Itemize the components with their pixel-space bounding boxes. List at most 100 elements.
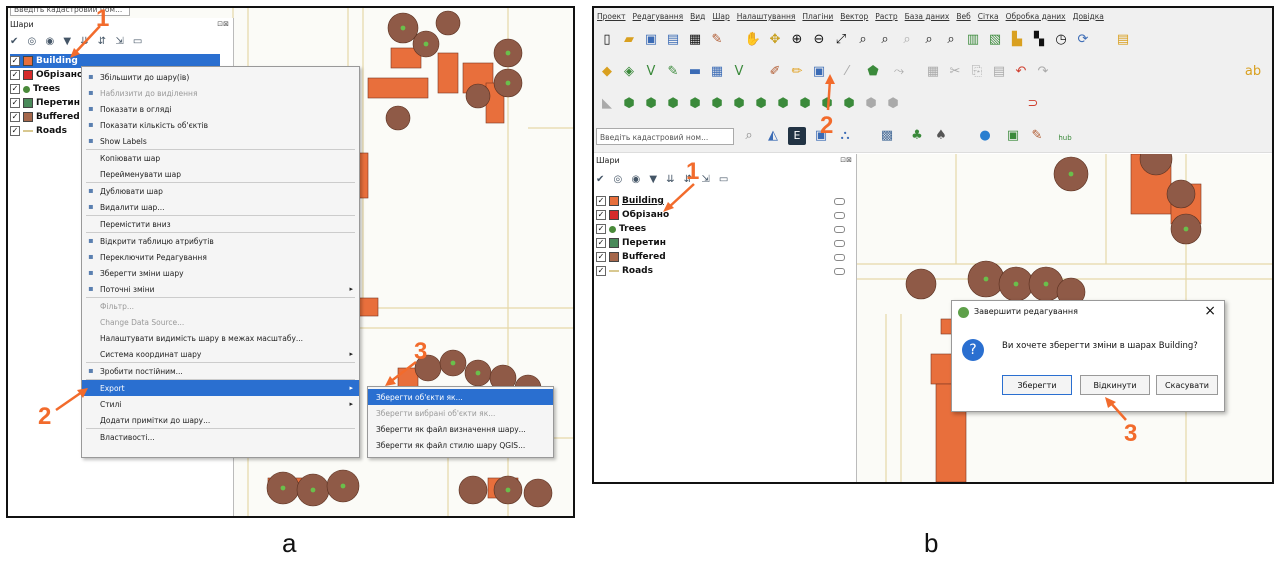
menu-item[interactable]: Change Data Source...: [82, 314, 359, 330]
digitize-icon[interactable]: V: [642, 63, 660, 81]
offset-curve-icon[interactable]: ⬢: [752, 95, 770, 113]
layer-visibility-checkbox[interactable]: ✓: [596, 266, 606, 276]
menu-bar-item[interactable]: Растр: [875, 12, 897, 21]
menu-bar-item[interactable]: Сітка: [978, 12, 999, 21]
layer-visibility-checkbox[interactable]: ✓: [596, 196, 606, 206]
layer-filter-icon[interactable]: [834, 240, 845, 247]
layers-panel-controls[interactable]: ⊡⊠: [840, 156, 852, 164]
layer-row[interactable]: ✓ Roads: [596, 264, 806, 278]
zoom-out-icon[interactable]: ⊖: [810, 31, 828, 49]
plugin-tree-2-icon[interactable]: ♠: [932, 127, 950, 145]
bookmark-icon[interactable]: ▙: [1008, 31, 1026, 49]
menu-bar-item[interactable]: Довідка: [1073, 12, 1104, 21]
cut-features-icon[interactable]: ✂: [946, 63, 964, 81]
layer-visibility-checkbox[interactable]: ✓: [10, 126, 20, 136]
save-as-icon[interactable]: ▤: [664, 31, 682, 49]
menu-item[interactable]: ▪ Переключити Редагування: [82, 249, 359, 265]
magnet-icon[interactable]: ⊃: [1024, 95, 1042, 113]
new-map-view-icon[interactable]: ▥: [964, 31, 982, 49]
style-manager-icon[interactable]: ✎: [708, 31, 726, 49]
menu-bar-item[interactable]: База даних: [905, 12, 950, 21]
paste-features-icon[interactable]: ▤: [990, 63, 1008, 81]
layer-visibility-checkbox[interactable]: ✓: [10, 98, 20, 108]
plugin-e-icon[interactable]: E: [788, 127, 806, 145]
plugin-network-icon[interactable]: ⛬: [836, 127, 854, 145]
menu-bar-item[interactable]: Вид: [690, 12, 705, 21]
submenu-item[interactable]: Зберегти об'єкти як...: [368, 389, 553, 405]
layer-visibility-checkbox[interactable]: ✓: [596, 252, 606, 262]
layer-filter-icon[interactable]: [834, 254, 845, 261]
menu-item[interactable]: Export ▸: [82, 380, 359, 396]
layer-icon[interactable]: ▬: [686, 63, 704, 81]
locator-search-input[interactable]: Введіть кадастровий ном...: [596, 128, 734, 145]
undo-icon[interactable]: ↶: [1012, 63, 1030, 81]
zoom-next-icon[interactable]: ⌕: [942, 31, 960, 49]
search-icon[interactable]: ⌕: [740, 127, 758, 145]
menu-item[interactable]: Перемістити вниз: [82, 216, 359, 232]
layer-row[interactable]: ✓ Перетин: [596, 236, 806, 250]
layer-row[interactable]: ✓ Обрізано: [596, 208, 806, 222]
globe-icon[interactable]: ●: [976, 127, 994, 145]
add-ring-icon[interactable]: ⬢: [620, 95, 638, 113]
zoom-full-icon[interactable]: ⤢: [832, 31, 850, 49]
menu-item[interactable]: Стилі ▸: [82, 396, 359, 412]
delete-selected-icon[interactable]: ▦: [924, 63, 942, 81]
grid-icon[interactable]: ▦: [708, 63, 726, 81]
menu-bar-item[interactable]: Налаштування: [737, 12, 796, 21]
menu-item[interactable]: Перейменувати шар: [82, 166, 359, 182]
split-features-icon[interactable]: ⬢: [774, 95, 792, 113]
menu-item[interactable]: ▪ Дублювати шар: [82, 183, 359, 199]
layer-visibility-checkbox[interactable]: ✓: [596, 210, 606, 220]
layers-panel-controls[interactable]: ⊡⊠: [217, 20, 229, 28]
layer-row[interactable]: ✓ Buffered: [596, 250, 806, 264]
layer-visibility-checkbox[interactable]: ✓: [596, 238, 606, 248]
menu-bar-item[interactable]: Редагування: [633, 12, 684, 21]
menu-item[interactable]: ▪ Поточні зміни ▸: [82, 281, 359, 297]
digitizing-advanced-icon[interactable]: ◣: [598, 95, 616, 113]
menu-item[interactable]: ▪ Наблизити до виділення: [82, 85, 359, 101]
menu-item[interactable]: ▪ Збільшити до шару(ів): [82, 69, 359, 85]
print-layout-icon[interactable]: ▦: [686, 31, 704, 49]
rotate-symbols-icon[interactable]: ⬢: [862, 95, 880, 113]
menu-item[interactable]: Додати примітки до шару...: [82, 412, 359, 428]
menu-item[interactable]: Система координат шару ▸: [82, 346, 359, 362]
locator-search-input[interactable]: Введіть кадастровий ном...: [10, 8, 130, 16]
layer-visibility-checkbox[interactable]: ✓: [10, 70, 20, 80]
menu-bar-item[interactable]: Обробка даних: [1006, 12, 1066, 21]
menu-bar-item[interactable]: Веб: [956, 12, 970, 21]
submenu-item[interactable]: Зберегти вибрані об'єкти як...: [368, 405, 553, 421]
layer-visibility-checkbox[interactable]: ✓: [10, 56, 20, 66]
menu-item[interactable]: Властивості...: [82, 429, 359, 445]
cancel-button[interactable]: Скасувати: [1156, 375, 1218, 395]
menu-item[interactable]: ▪ Показати кількість об'єктів: [82, 117, 359, 133]
add-part-icon[interactable]: ⬢: [642, 95, 660, 113]
delete-part-icon[interactable]: ⬢: [708, 95, 726, 113]
refresh-icon[interactable]: ⟳: [1074, 31, 1092, 49]
zoom-in-icon[interactable]: ⊕: [788, 31, 806, 49]
save-project-icon[interactable]: ▣: [642, 31, 660, 49]
menu-bar-item[interactable]: Плагіни: [802, 12, 833, 21]
plugin-tree-icon[interactable]: ♣: [908, 127, 926, 145]
vertex-tool-icon[interactable]: ⤳: [890, 63, 908, 81]
attributes-icon[interactable]: ◈: [620, 63, 638, 81]
layer-visibility-checkbox[interactable]: ✓: [10, 112, 20, 122]
layer-row[interactable]: ✓ Building: [596, 194, 806, 208]
edit-icon[interactable]: ✎: [664, 63, 682, 81]
menu-item[interactable]: ▪ Показати в огляді: [82, 101, 359, 117]
menu-item[interactable]: Фільтр...: [82, 298, 359, 314]
menu-item[interactable]: ▪ Зберегти зміни шару: [82, 265, 359, 281]
layer-row[interactable]: ✓ Trees: [596, 222, 806, 236]
extra-tool-icon[interactable]: ▤: [1114, 31, 1132, 49]
split-parts-icon[interactable]: ⬢: [796, 95, 814, 113]
discard-button[interactable]: Відкинути: [1080, 375, 1150, 395]
fill-ring-icon[interactable]: ⬢: [664, 95, 682, 113]
open-project-icon[interactable]: ▰: [620, 31, 638, 49]
menu-item[interactable]: Копіювати шар: [82, 150, 359, 166]
offset-point-icon[interactable]: ⬢: [884, 95, 902, 113]
reshape-icon[interactable]: ⬢: [730, 95, 748, 113]
new-project-icon[interactable]: ▯: [598, 31, 616, 49]
identify-icon[interactable]: ◆: [598, 63, 616, 81]
new-3d-view-icon[interactable]: ▧: [986, 31, 1004, 49]
toggle-editing-icon[interactable]: ✏: [788, 63, 806, 81]
copy-features-icon[interactable]: ⎘: [968, 63, 986, 81]
